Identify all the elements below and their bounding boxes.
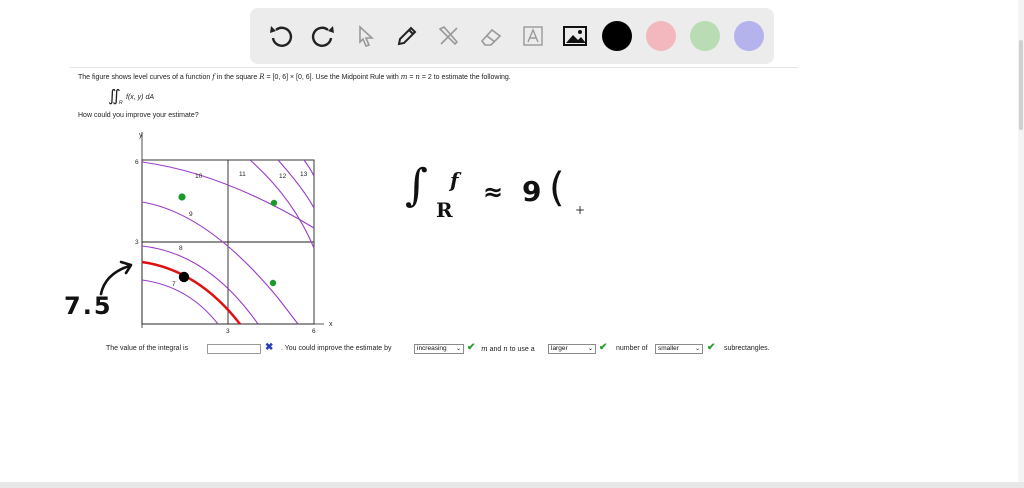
curve-label-8: 8 <box>179 245 183 252</box>
subrectangles-text: subrectangles. <box>724 345 770 352</box>
handwritten-sub-R: R <box>436 198 453 222</box>
chevron-down-icon: ⌄ <box>587 346 593 352</box>
eraser-icon[interactable] <box>470 15 512 57</box>
y-axis-label: y <box>139 132 143 139</box>
horizontal-scrollbar[interactable] <box>0 482 1024 488</box>
integrand: f(x, y) dA <box>126 94 155 101</box>
handwritten-paren: ( <box>549 165 565 211</box>
redo-icon[interactable] <box>302 15 344 57</box>
scroll-thumb[interactable] <box>1019 40 1023 130</box>
var-m: m <box>481 345 488 353</box>
problem-var-R: R <box>259 73 265 81</box>
improve-select-value: increasing <box>417 345 447 352</box>
x-tick-3: 3 <box>226 328 230 335</box>
color-swatch-pink[interactable] <box>646 21 676 51</box>
number-of-prompt: number of <box>616 345 648 352</box>
level-curves-graph: y x 6 3 3 6 10 11 12 13 9 8 7 <box>135 132 333 335</box>
level-curve-6 <box>141 279 219 325</box>
cursor-crosshair: + <box>575 203 586 217</box>
curve-label-9: 9 <box>189 211 193 218</box>
midpoint-lower-right <box>269 279 277 287</box>
handwritten-7-5: 7.5 <box>64 292 113 320</box>
curve-label-10: 10 <box>195 173 203 180</box>
correct-icon: ✔ <box>467 342 476 353</box>
curve-label-12: 12 <box>279 173 287 180</box>
midpoint-lower-left <box>178 271 190 283</box>
color-swatch-green[interactable] <box>690 21 720 51</box>
problem-var-n: n <box>415 73 420 81</box>
handwritten-sup-f: f <box>450 168 459 192</box>
curve-label-11: 11 <box>239 171 246 178</box>
answer-prompt: The value of the integral is <box>106 345 189 352</box>
problem-text: in the square <box>216 74 258 81</box>
improve-select[interactable]: increasing ⌄ <box>414 344 464 354</box>
size-select-value: larger <box>551 345 568 352</box>
problem-text: = [0, 6] × [0, 6]. Use the Midpoint Rule… <box>266 74 399 81</box>
image-icon[interactable] <box>554 15 596 57</box>
undo-icon[interactable] <box>260 15 302 57</box>
y-tick-6: 6 <box>135 159 139 166</box>
drawing-toolbar <box>250 8 774 64</box>
y-tick-3: 3 <box>135 239 139 246</box>
select-pointer-icon[interactable] <box>344 15 386 57</box>
tools-icon[interactable] <box>428 15 470 57</box>
text-icon[interactable] <box>512 15 554 57</box>
problem-text: = 2 to estimate the following. <box>421 74 511 81</box>
question-text: How could you improve your estimate? <box>78 112 199 119</box>
curve-label-7: 7 <box>172 281 176 288</box>
incorrect-icon: ✖ <box>265 342 274 353</box>
problem-text: = <box>409 74 414 81</box>
x-axis-label: x <box>329 321 333 328</box>
color-swatch-purple[interactable] <box>734 21 764 51</box>
correct-icon: ✔ <box>599 342 608 353</box>
handwritten-approx: ≈ <box>483 178 504 206</box>
mn-text: to use a <box>509 346 535 353</box>
handwritten-9: 9 <box>522 175 542 208</box>
curve-label-13: 13 <box>300 171 308 178</box>
integral-value-input[interactable] <box>207 344 261 354</box>
divider <box>70 67 798 68</box>
rect-size-select-value: smaller <box>658 345 679 352</box>
size-select[interactable]: larger ⌄ <box>548 344 596 354</box>
integral-subscript: R <box>119 100 123 106</box>
color-swatch-black[interactable] <box>602 21 632 51</box>
midpoint-upper-left <box>178 193 186 201</box>
problem-statement: The figure shows level curves of a funct… <box>78 73 511 81</box>
x-tick-6: 6 <box>312 328 316 335</box>
handwritten-integral: ∫ <box>405 160 428 211</box>
mn-prompt: m and n to use a <box>481 345 535 353</box>
vertical-scrollbar[interactable] <box>1018 0 1024 488</box>
chevron-down-icon: ⌄ <box>694 346 700 352</box>
level-curve-9 <box>141 201 299 325</box>
pen-icon[interactable] <box>386 15 428 57</box>
problem-var-m: m <box>400 73 408 81</box>
improve-prompt: . You could improve the estimate by <box>281 345 392 352</box>
mn-and: and <box>489 346 502 353</box>
problem-text: The figure shows level curves of a funct… <box>78 74 211 81</box>
var-n: n <box>503 345 508 353</box>
chevron-down-icon: ⌄ <box>455 346 461 352</box>
problem-var-f: f <box>212 73 215 81</box>
rect-size-select[interactable]: smaller ⌄ <box>655 344 703 354</box>
highlighted-level-curve-7 <box>141 260 241 325</box>
midpoint-upper-right <box>270 199 278 207</box>
correct-icon: ✔ <box>707 342 716 353</box>
